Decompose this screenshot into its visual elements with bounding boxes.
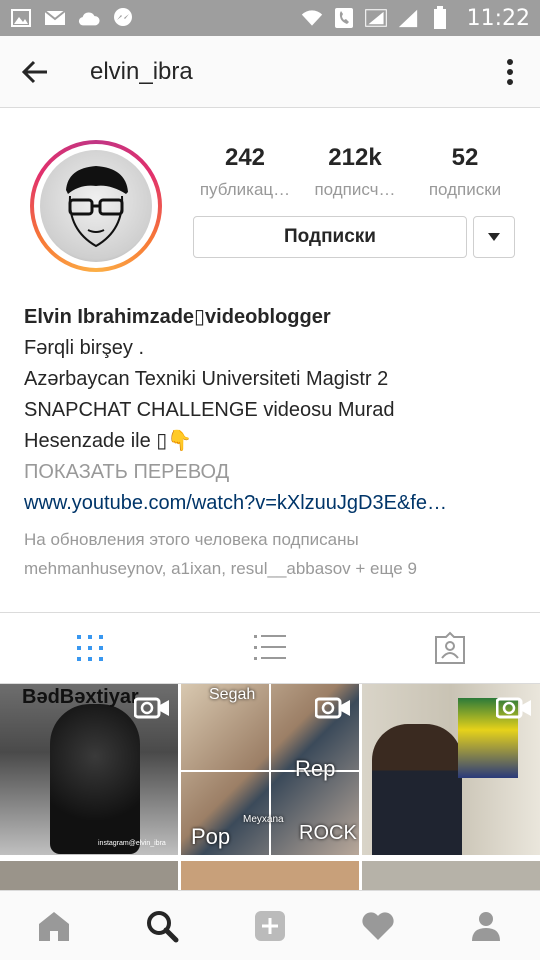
heart-icon (362, 911, 394, 940)
post-caption: BədBəxtiyar (22, 686, 139, 708)
stat-value: 212k (328, 144, 382, 171)
battery-icon (429, 6, 451, 29)
add-post-icon (255, 910, 285, 941)
following-count[interactable]: 52 подписки (410, 144, 520, 200)
profile-icon (472, 911, 500, 941)
followed-by[interactable]: На обновления этого человека подписаны m… (24, 525, 524, 583)
caret-down-icon (488, 233, 500, 241)
stat-label: подписч… (314, 180, 396, 199)
post-image (269, 684, 271, 855)
messenger-icon (112, 8, 134, 28)
nav-profile[interactable] (432, 891, 540, 960)
full-name: Elvin Ibrahimzade▯videoblogger (24, 306, 331, 328)
video-camera-icon (133, 696, 170, 725)
post-caption: Rep (295, 756, 336, 781)
grid-icon (77, 635, 103, 661)
post-caption: ROCK (299, 822, 357, 844)
followers-count[interactable]: 212k подписч… (300, 144, 410, 200)
post-caption: Meyxana (243, 814, 284, 825)
image-icon (10, 8, 32, 28)
tab-tagged[interactable] (360, 613, 540, 683)
tab-grid[interactable] (0, 613, 180, 683)
post-thumbnail[interactable] (362, 684, 540, 855)
nav-add[interactable] (216, 891, 324, 960)
nav-search[interactable] (108, 891, 216, 960)
stat-value: 242 (224, 144, 266, 171)
bio-line: SNAPCHAT CHALLENGE videosu Murad (24, 399, 395, 421)
profile-view-tabs (0, 612, 540, 684)
avatar[interactable] (30, 140, 162, 272)
bio-line: Hesenzade ile ▯👇 (24, 430, 193, 452)
bottom-navigation (0, 890, 540, 960)
stat-label: подписки (428, 180, 502, 199)
stat-value: 52 (451, 144, 479, 171)
list-icon (254, 635, 286, 660)
signal-icon (397, 8, 419, 28)
clock: 11:22 (466, 5, 530, 31)
profile-header: 242 публикац… 212k подписч… 52 подписки … (0, 108, 540, 278)
arrow-left-icon (21, 60, 47, 83)
followed-by-line: На обновления этого человека подписаны (24, 530, 359, 549)
video-camera-icon (495, 696, 532, 725)
following-button[interactable]: Подписки (193, 216, 467, 258)
wifi-icon (301, 8, 323, 28)
post-thumbnail[interactable] (362, 861, 540, 891)
post-image (372, 724, 462, 855)
more-vertical-icon (507, 58, 513, 85)
more-options-button[interactable] (480, 36, 540, 108)
phone-icon (333, 8, 355, 28)
website-link[interactable]: www.youtube.com/watch?v=kXlzuuJgD3E&fe… (24, 488, 524, 519)
page-title: elvin_ibra (90, 57, 193, 85)
home-icon (39, 911, 69, 941)
post-caption: Pop (191, 824, 231, 849)
followed-by-names: mehmanhuseynov, a1ixan, resul__abbasov +… (24, 559, 417, 578)
tagged-person-icon (435, 631, 465, 664)
mail-icon (44, 8, 66, 28)
profile-bio: Elvin Ibrahimzade▯videoblogger Fərqli bi… (24, 302, 524, 583)
post-thumbnail[interactable]: BədBəxtiyar instagram@elvin_ibra (0, 684, 178, 855)
nav-home[interactable] (0, 891, 108, 960)
post-caption: Segah (209, 686, 256, 703)
signal-icon (364, 8, 387, 28)
post-thumbnail[interactable] (0, 861, 178, 891)
stat-label: публикац… (199, 180, 291, 199)
status-bar: 11:22 (0, 0, 540, 36)
video-camera-icon (314, 696, 351, 725)
posts-grid: BədBəxtiyar instagram@elvin_ibra Segah R… (0, 684, 540, 894)
post-image (50, 704, 140, 854)
tab-list[interactable] (180, 613, 360, 683)
bio-line: Fərqli birşey . (24, 337, 145, 359)
post-watermark: instagram@elvin_ibra (98, 840, 166, 847)
profile-stats: 242 публикац… 212k подписч… 52 подписки (190, 144, 520, 200)
search-icon (147, 910, 179, 942)
post-thumbnail[interactable] (181, 861, 359, 891)
post-thumbnail[interactable]: Segah Rep Pop Meyxana ROCK (181, 684, 359, 855)
back-button[interactable] (0, 36, 70, 108)
suggestions-dropdown-button[interactable] (473, 216, 515, 258)
bio-line: Azərbaycan Texniki Universiteti Magistr … (24, 368, 389, 390)
show-translation-link[interactable]: ПОКАЗАТЬ ПЕРЕВОД (24, 457, 524, 488)
nav-activity[interactable] (324, 891, 432, 960)
cloud-icon (78, 8, 100, 28)
posts-count[interactable]: 242 публикац… (190, 144, 300, 200)
app-bar: elvin_ibra (0, 36, 540, 108)
